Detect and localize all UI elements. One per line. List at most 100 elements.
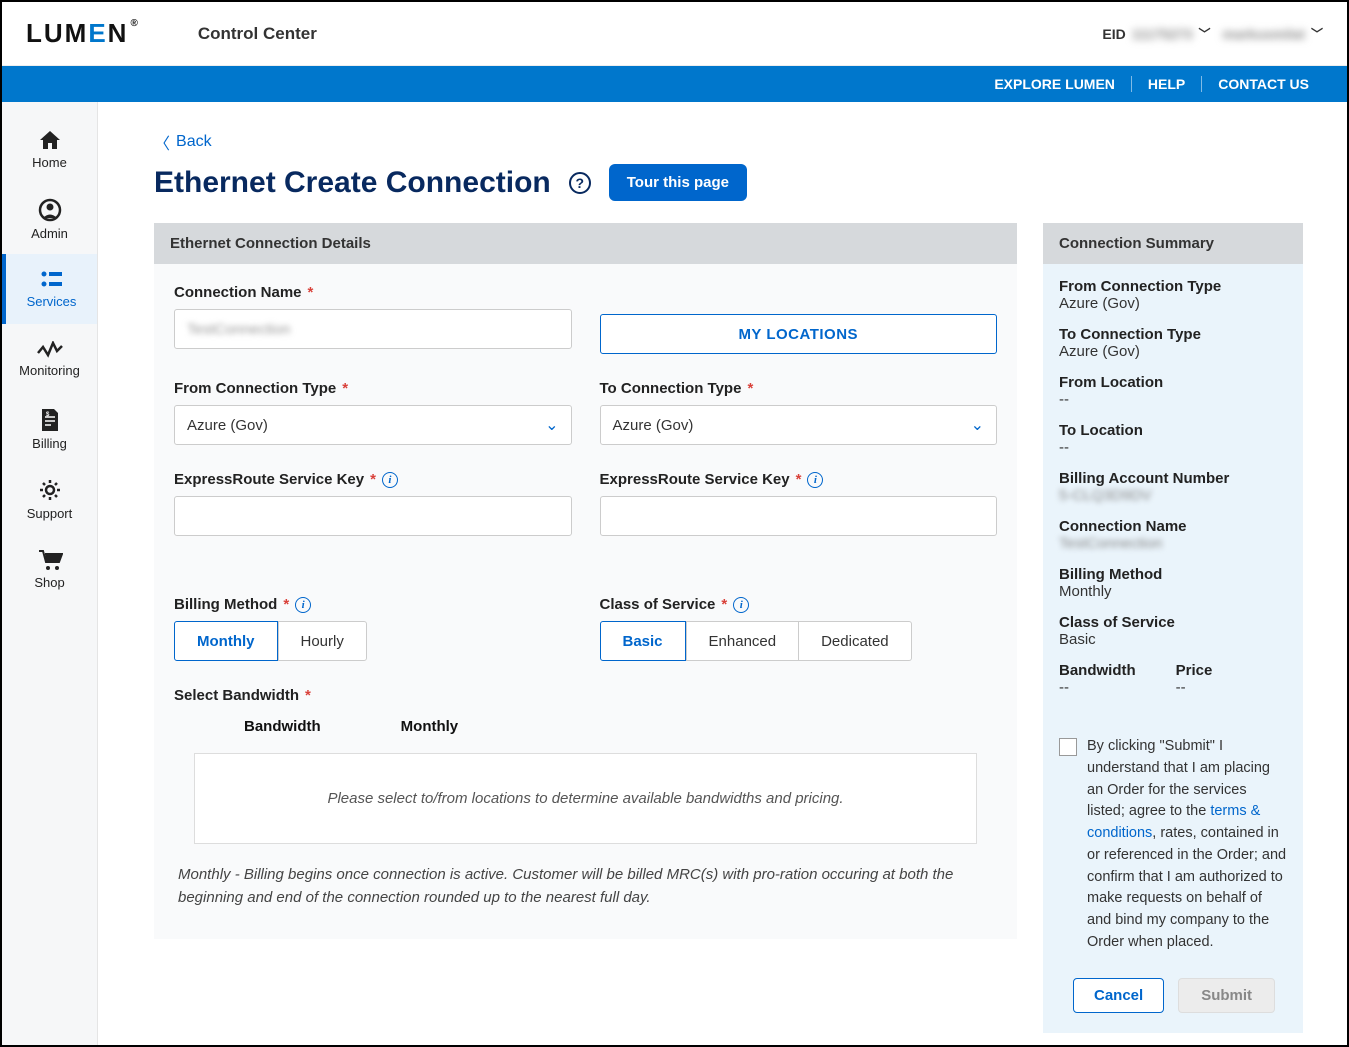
agree-post: , rates, contained in or referenced in t…: [1087, 825, 1286, 950]
details-panel: Ethernet Connection Details Connection N…: [154, 223, 1017, 939]
cos-label: Class of Service* i: [600, 596, 998, 613]
bandwidth-table-header: Bandwidth Monthly: [174, 712, 997, 745]
sidenav-item-services[interactable]: Services: [2, 254, 97, 324]
required-mark: *: [305, 687, 311, 704]
sum-ban-l: Billing Account Number: [1059, 470, 1287, 487]
billing-method-group: Monthly Hourly: [174, 621, 572, 661]
brand-pre: LUM: [26, 18, 88, 49]
connection-name-value: TestConnection: [187, 321, 290, 338]
sum-ban-v: 5-CLQ3D9DV: [1059, 487, 1287, 504]
required-mark: *: [370, 471, 376, 488]
top-right: EID 11175273 ﹀ markusmilat ﹀: [1102, 25, 1323, 42]
sidenav-label: Services: [27, 294, 77, 309]
sidenav-item-support[interactable]: Support: [2, 464, 97, 534]
agreement-checkbox[interactable]: [1059, 738, 1077, 756]
help-link[interactable]: HELP: [1131, 76, 1201, 92]
label-text: Connection Name: [174, 284, 302, 301]
agreement-text: By clicking "Submit" I understand that I…: [1087, 736, 1287, 954]
label-text: Billing Method: [174, 596, 277, 613]
from-type-select[interactable]: Azure (Gov) ⌄: [174, 405, 572, 445]
sum-price-l: Price: [1176, 662, 1213, 679]
sum-to-type-l: To Connection Type: [1059, 326, 1287, 343]
cos-group: Basic Enhanced Dedicated: [600, 621, 998, 661]
sidenav-item-billing[interactable]: $ Billing: [2, 394, 97, 464]
gear-icon: [38, 478, 62, 502]
sum-cn-v: TestConnection: [1059, 535, 1287, 552]
sidenav-label: Support: [27, 506, 73, 521]
sidenav-item-home[interactable]: Home: [2, 114, 97, 184]
sum-bm-l: Billing Method: [1059, 566, 1287, 583]
cos-dedicated-option[interactable]: Dedicated: [799, 621, 912, 661]
info-icon[interactable]: i: [295, 597, 311, 613]
summary-panel: Connection Summary From Connection TypeA…: [1043, 223, 1303, 1033]
invoice-icon: $: [39, 408, 61, 432]
sidenav-label: Home: [32, 155, 67, 170]
back-label: Back: [176, 133, 212, 151]
chevron-down-icon: ⌄: [971, 415, 984, 435]
info-icon[interactable]: i: [733, 597, 749, 613]
chevron-left-icon: 〈: [154, 130, 170, 154]
sidenav-label: Billing: [32, 436, 67, 451]
billing-note: Monthly - Billing begins once connection…: [174, 864, 997, 909]
user-selector[interactable]: markusmilat ﹀: [1223, 25, 1324, 42]
chevron-down-icon: ﹀: [1311, 25, 1323, 42]
summary-header: Connection Summary: [1043, 223, 1303, 264]
help-icon[interactable]: ?: [569, 172, 591, 194]
required-mark: *: [342, 380, 348, 397]
bandwidth-label: Select Bandwidth *: [174, 687, 997, 704]
sum-cos-l: Class of Service: [1059, 614, 1287, 631]
brand-reg: ®: [130, 18, 139, 29]
back-link[interactable]: 〈 Back: [154, 130, 1303, 154]
info-icon[interactable]: i: [807, 472, 823, 488]
sum-from-loc-l: From Location: [1059, 374, 1287, 391]
tour-button[interactable]: Tour this page: [609, 164, 747, 201]
sidenav-item-admin[interactable]: Admin: [2, 184, 97, 254]
info-icon[interactable]: i: [382, 472, 398, 488]
required-mark: *: [796, 471, 802, 488]
side-nav: Home Admin Services Monitoring $ Billing: [2, 102, 98, 1045]
contact-link[interactable]: CONTACT US: [1201, 76, 1325, 92]
submit-button[interactable]: Submit: [1178, 978, 1275, 1013]
page-title: Ethernet Create Connection: [154, 166, 551, 200]
sum-cn-l: Connection Name: [1059, 518, 1287, 535]
explore-link[interactable]: EXPLORE LUMEN: [978, 76, 1131, 92]
connection-name-input[interactable]: TestConnection: [174, 309, 572, 349]
er-key-to-input[interactable]: [600, 496, 998, 536]
app-title: Control Center: [198, 24, 317, 44]
sidenav-item-monitoring[interactable]: Monitoring: [2, 324, 97, 394]
sidenav-item-shop[interactable]: Shop: [2, 534, 97, 604]
billing-monthly-option[interactable]: Monthly: [174, 621, 278, 661]
sum-price-v: --: [1176, 679, 1213, 696]
list-icon: [40, 270, 64, 290]
billing-hourly-option[interactable]: Hourly: [278, 621, 367, 661]
cos-enhanced-option[interactable]: Enhanced: [686, 621, 800, 661]
activity-icon: [37, 341, 63, 359]
sum-bw-l: Bandwidth: [1059, 662, 1136, 679]
top-ribbon: EXPLORE LUMEN HELP CONTACT US: [2, 66, 1347, 102]
eid-value: 11175273: [1132, 26, 1193, 42]
sum-to-loc-l: To Location: [1059, 422, 1287, 439]
sum-from-type-v: Azure (Gov): [1059, 295, 1287, 312]
user-icon: [38, 198, 62, 222]
brand-post: N: [108, 18, 129, 49]
cancel-button[interactable]: Cancel: [1073, 978, 1164, 1013]
er-key-from-input[interactable]: [174, 496, 572, 536]
to-type-label: To Connection Type*: [600, 380, 998, 397]
er-key-to-label: ExpressRoute Service Key* i: [600, 471, 998, 488]
label-text: From Connection Type: [174, 380, 336, 397]
sum-from-loc-v: --: [1059, 391, 1287, 408]
cart-icon: [37, 549, 63, 571]
chevron-down-icon: ﹀: [1198, 25, 1210, 42]
required-mark: *: [308, 284, 314, 301]
cos-basic-option[interactable]: Basic: [600, 621, 686, 661]
billing-method-label: Billing Method * i: [174, 596, 572, 613]
sum-from-type-l: From Connection Type: [1059, 278, 1287, 295]
label-text: Select Bandwidth: [174, 687, 299, 704]
connection-name-label: Connection Name *: [174, 284, 572, 301]
sidenav-label: Shop: [34, 575, 64, 590]
my-locations-button[interactable]: MY LOCATIONS: [600, 314, 998, 354]
eid-selector[interactable]: EID 11175273 ﹀: [1102, 25, 1210, 42]
required-mark: *: [283, 596, 289, 613]
user-name: markusmilat: [1223, 26, 1305, 42]
to-type-select[interactable]: Azure (Gov) ⌄: [600, 405, 998, 445]
